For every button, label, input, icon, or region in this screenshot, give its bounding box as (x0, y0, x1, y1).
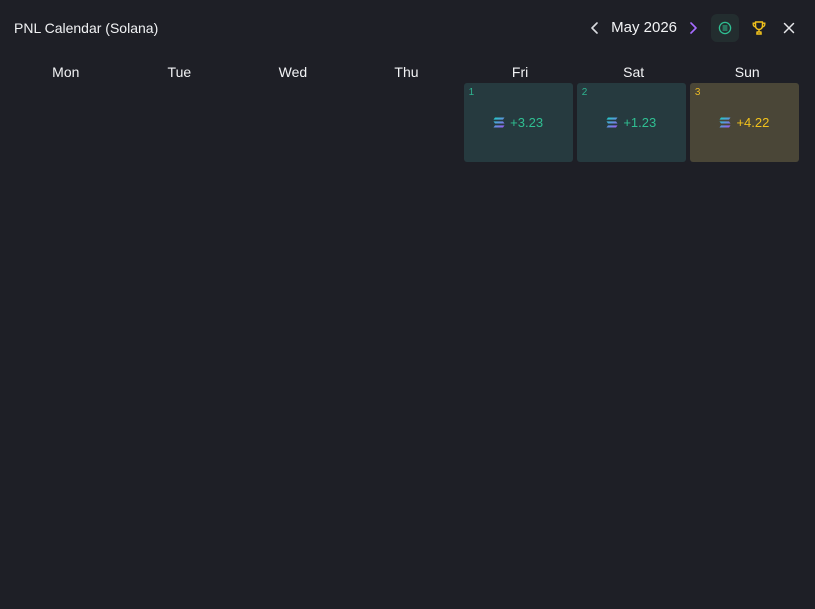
chevron-right-icon (690, 22, 697, 34)
weekday-header: Mon Tue Wed Thu Fri Sat Sun (11, 63, 802, 81)
trophy-icon (752, 21, 766, 35)
pnl-calendar-panel: PNL Calendar (Solana) May 2026 Mon Tue W… (0, 0, 815, 609)
header-controls: May 2026 (585, 14, 803, 42)
next-month-button[interactable] (683, 14, 703, 42)
solana-logo-icon (719, 117, 731, 128)
close-icon (783, 22, 795, 34)
currency-toggle-button[interactable] (711, 14, 739, 42)
pnl-value: +1.23 (623, 115, 657, 130)
solana-coin-icon (718, 21, 732, 35)
solana-logo-icon (606, 117, 618, 128)
calendar-grid: 1 +3.23 2 +1.23 3 +4.22 (11, 83, 799, 162)
pnl-value: +3.23 (510, 115, 544, 130)
close-button[interactable] (775, 14, 803, 42)
prev-month-button[interactable] (585, 14, 605, 42)
weekday-label: Sun (734, 64, 760, 80)
calendar-day-cell[interactable]: 2 +1.23 (576, 83, 686, 162)
pnl-amount: +4.22 (690, 83, 799, 162)
month-label: May 2026 (611, 19, 677, 36)
calendar-cell-empty (237, 83, 346, 162)
weekday-label: Tue (167, 64, 192, 80)
solana-logo-icon (493, 117, 505, 128)
weekday-label: Fri (511, 64, 529, 80)
calendar-cell-empty (11, 83, 120, 162)
calendar-cell-empty (350, 83, 459, 162)
calendar-day-cell[interactable]: 1 +3.23 (463, 83, 573, 162)
weekday-label: Wed (278, 64, 308, 80)
calendar-cell-empty (124, 83, 233, 162)
weekday-label: Mon (52, 64, 80, 80)
pnl-amount: +3.23 (464, 83, 573, 162)
calendar-day-cell-best[interactable]: 3 +4.22 (689, 83, 799, 162)
panel-title: PNL Calendar (Solana) (14, 20, 159, 36)
pnl-amount: +1.23 (577, 83, 686, 162)
weekday-label: Thu (394, 64, 419, 80)
pnl-value: +4.22 (736, 115, 770, 130)
weekday-label: Sat (623, 64, 645, 80)
leaderboard-button[interactable] (745, 14, 773, 42)
chevron-left-icon (591, 22, 598, 34)
